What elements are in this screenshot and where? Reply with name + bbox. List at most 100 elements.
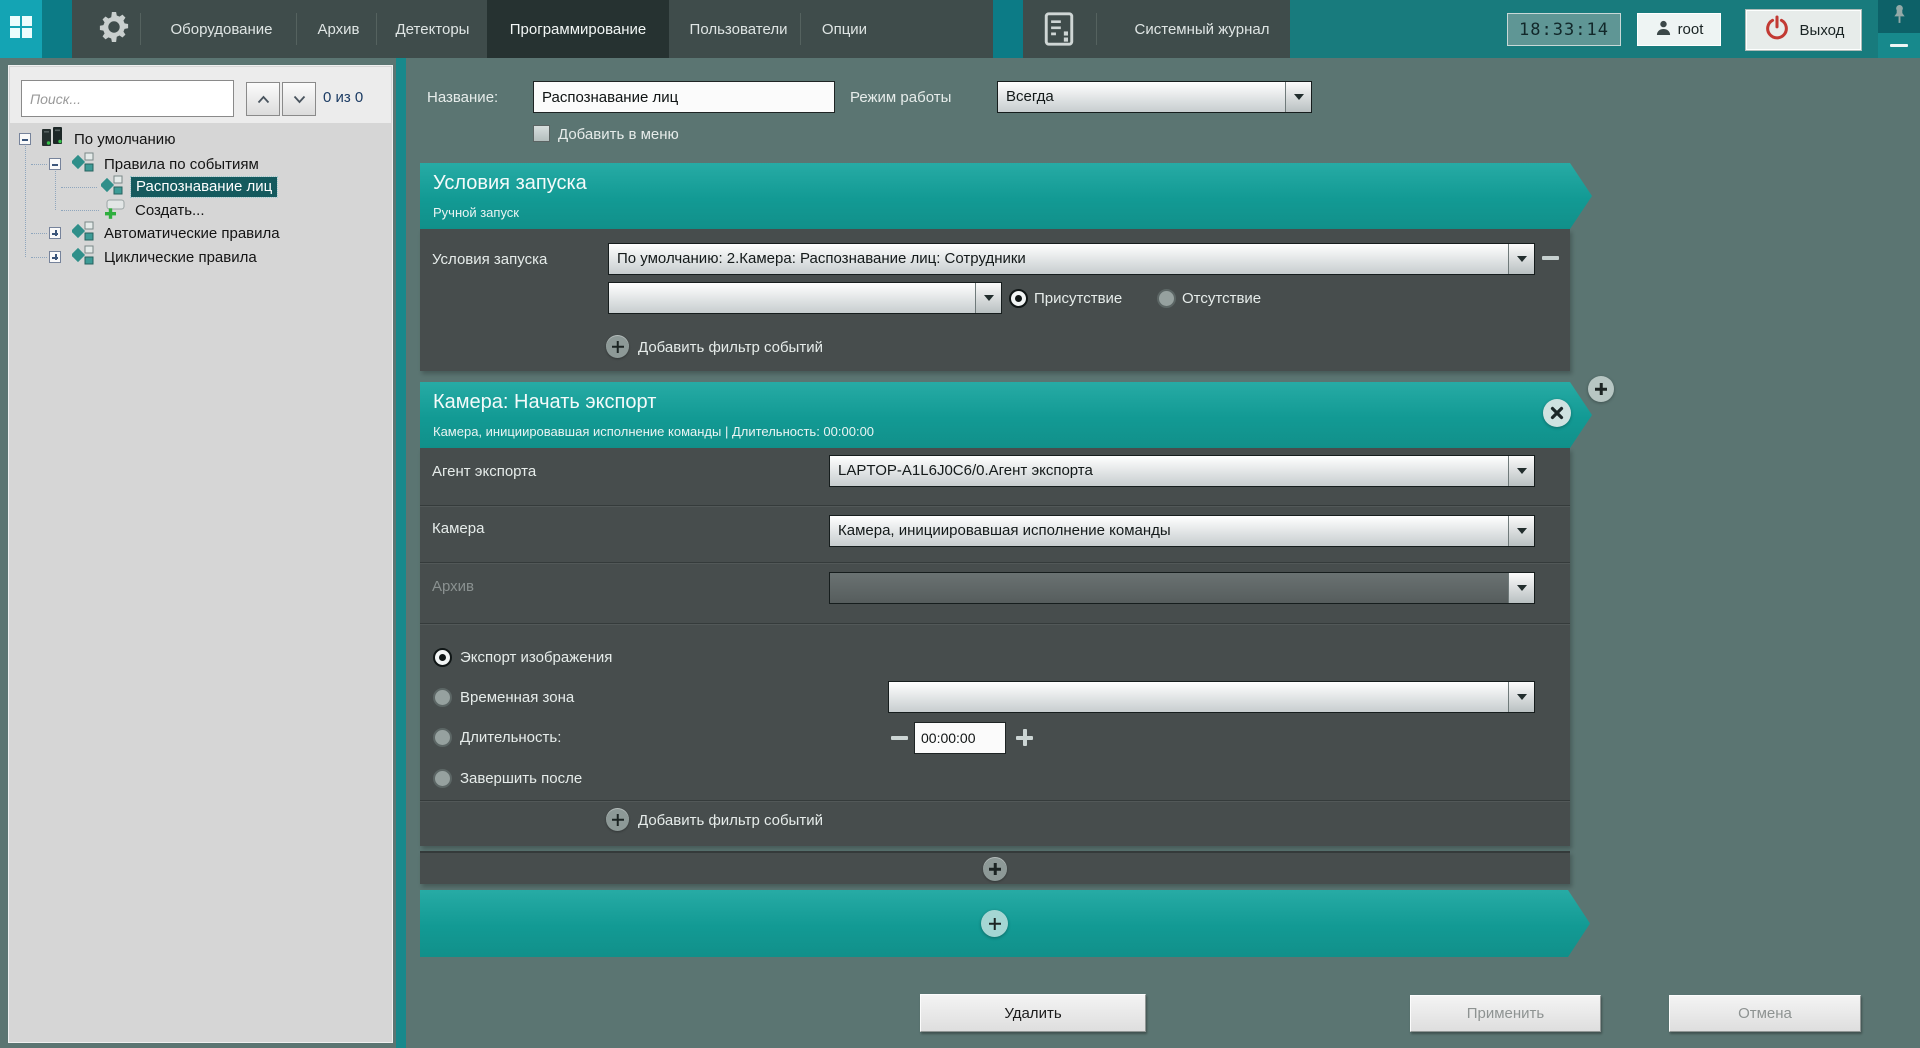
mode-select[interactable]: Всегда <box>997 81 1312 113</box>
dropdown-arrow-button[interactable] <box>1508 682 1534 712</box>
add-rule-section-button[interactable] <box>981 910 1008 937</box>
tree-expander-expand[interactable] <box>49 227 61 239</box>
chevron-down-icon <box>983 295 994 301</box>
topbar-divider <box>800 13 801 45</box>
tree-item-cyclic-rules[interactable]: Циклические правила <box>70 245 257 268</box>
tab-system-journal[interactable]: Системный журнал <box>1114 0 1290 58</box>
add-event-filter-button[interactable] <box>606 335 629 358</box>
second-condition-select[interactable] <box>608 282 1002 314</box>
export-image-label: Экспорт изображения <box>460 649 613 666</box>
tree-expander-collapse[interactable] <box>49 158 61 170</box>
camera-select-value: Камера, инициировавшая исполнение команд… <box>830 516 1508 546</box>
duration-input[interactable] <box>914 722 1006 754</box>
tree-item-face-recognition[interactable]: Распознавание лиц <box>99 175 279 199</box>
time-zone-select[interactable] <box>888 681 1535 713</box>
tab-detectors[interactable]: Детекторы <box>385 0 480 58</box>
time-zone-radio[interactable] <box>433 688 452 707</box>
mode-label: Режим работы <box>850 89 952 106</box>
export-agent-label: Агент экспорта <box>432 463 537 480</box>
row-separator <box>420 623 1570 624</box>
action-banner: Камера: Начать экспорт Камера, иницииров… <box>420 382 1592 448</box>
tab-archive[interactable]: Архив <box>305 0 372 58</box>
dropdown-arrow-button[interactable] <box>975 283 1001 313</box>
tree-connector <box>61 210 99 211</box>
tab-programming[interactable]: Программирование <box>487 0 669 58</box>
remove-condition-button[interactable] <box>1542 256 1559 260</box>
sidebar-splitter[interactable] <box>396 58 406 1048</box>
mode-select-value: Всегда <box>998 82 1285 112</box>
pin-icon <box>1892 3 1907 30</box>
archive-label: Архив <box>432 578 475 595</box>
search-results-counter: 0 из 0 <box>323 89 364 106</box>
export-image-radio[interactable] <box>433 648 452 667</box>
duration-radio[interactable] <box>433 728 452 747</box>
tree-item-automatic-rules[interactable]: Автоматические правила <box>70 221 280 245</box>
dropdown-arrow-button <box>1508 573 1534 603</box>
add-action-branch-button[interactable] <box>1588 376 1614 402</box>
logout-button[interactable]: Выход <box>1745 9 1862 51</box>
add-event-filter-button[interactable] <box>606 808 629 831</box>
trigger-conditions-panel: Условия запуска По умолчанию: 2.Камера: … <box>420 229 1570 371</box>
remove-action-button[interactable] <box>1543 399 1571 427</box>
finish-after-label: Завершить после <box>460 770 583 787</box>
apply-button[interactable]: Применить <box>1410 995 1601 1032</box>
tree-item-label: По умолчанию <box>74 130 176 148</box>
top-bar: Оборудование Архив Детекторы Программиро… <box>0 0 1920 58</box>
add-event-filter-label: Добавить фильтр событий <box>638 339 823 356</box>
tree-item-label: Правила по событиям <box>104 155 259 173</box>
collapse-panel-button[interactable] <box>1878 33 1920 58</box>
tab-options[interactable]: Опции <box>812 0 877 58</box>
presence-label: Присутствие <box>1034 290 1123 307</box>
clock-display: 18:33:14 <box>1507 13 1621 46</box>
tab-equipment[interactable]: Оборудование <box>150 0 293 58</box>
dropdown-arrow-button[interactable] <box>1508 244 1534 274</box>
condition-select[interactable]: По умолчанию: 2.Камера: Распознавание ли… <box>608 243 1535 275</box>
tab-users[interactable]: Пользователи <box>682 0 795 58</box>
archive-select-value <box>830 573 1508 603</box>
duration-label: Длительность: <box>460 729 562 746</box>
cancel-button[interactable]: Отмена <box>1669 995 1861 1032</box>
settings-gear-button[interactable] <box>92 0 136 58</box>
name-label: Название: <box>427 89 499 106</box>
rule-name-input[interactable] <box>533 81 835 113</box>
presence-radio[interactable] <box>1009 289 1028 308</box>
tree-item-event-rules[interactable]: Правила по событиям <box>70 152 259 176</box>
power-icon <box>1763 14 1791 46</box>
rules-tree-sidebar: 0 из 0 По умолчанию Правила по событиям <box>8 65 393 1043</box>
tree-expander-collapse[interactable] <box>19 133 31 145</box>
pin-panel-button[interactable] <box>1878 0 1920 33</box>
topbar-divider <box>1096 13 1097 45</box>
layouts-menu-button[interactable] <box>0 0 42 58</box>
topbar-divider <box>140 13 141 45</box>
camera-label: Камера <box>432 520 485 537</box>
dropdown-arrow-button[interactable] <box>1285 82 1311 112</box>
finish-after-radio[interactable] <box>433 769 452 788</box>
dropdown-arrow-button[interactable] <box>1508 516 1534 546</box>
delete-button[interactable]: Удалить <box>920 994 1146 1032</box>
tree-connector <box>25 146 26 257</box>
banner-subtitle: Ручной запуск <box>433 205 519 220</box>
camera-select[interactable]: Камера, инициировавшая исполнение команд… <box>829 515 1535 547</box>
rule-node-icon <box>70 221 96 245</box>
chevron-down-icon <box>1516 528 1527 534</box>
duration-increment-button[interactable] <box>1016 729 1033 746</box>
trigger-conditions-banner: Условия запуска Ручной запуск <box>420 163 1592 229</box>
absence-radio[interactable] <box>1157 289 1176 308</box>
rule-node-icon <box>99 175 125 199</box>
export-agent-select[interactable]: LAPTOP-A1L6J0C6/0.Агент экспорта <box>829 455 1535 487</box>
add-to-menu-checkbox[interactable] <box>533 125 550 142</box>
tree-expander-expand[interactable] <box>49 251 61 263</box>
tab-label: Детекторы <box>395 20 470 38</box>
search-next-button[interactable] <box>282 82 316 116</box>
topbar-accent-strip <box>42 0 72 58</box>
tree-connector <box>55 171 56 210</box>
dropdown-arrow-button[interactable] <box>1508 456 1534 486</box>
search-prev-button[interactable] <box>246 82 280 116</box>
tree-item-server[interactable]: По умолчанию <box>40 127 176 150</box>
duration-decrement-button[interactable] <box>891 736 908 740</box>
rule-node-icon <box>70 152 96 176</box>
tree-item-create-rule[interactable]: Создать... <box>103 199 205 221</box>
current-user-button[interactable]: root <box>1637 13 1721 46</box>
search-input[interactable] <box>21 80 234 117</box>
add-action-button[interactable] <box>983 857 1007 881</box>
